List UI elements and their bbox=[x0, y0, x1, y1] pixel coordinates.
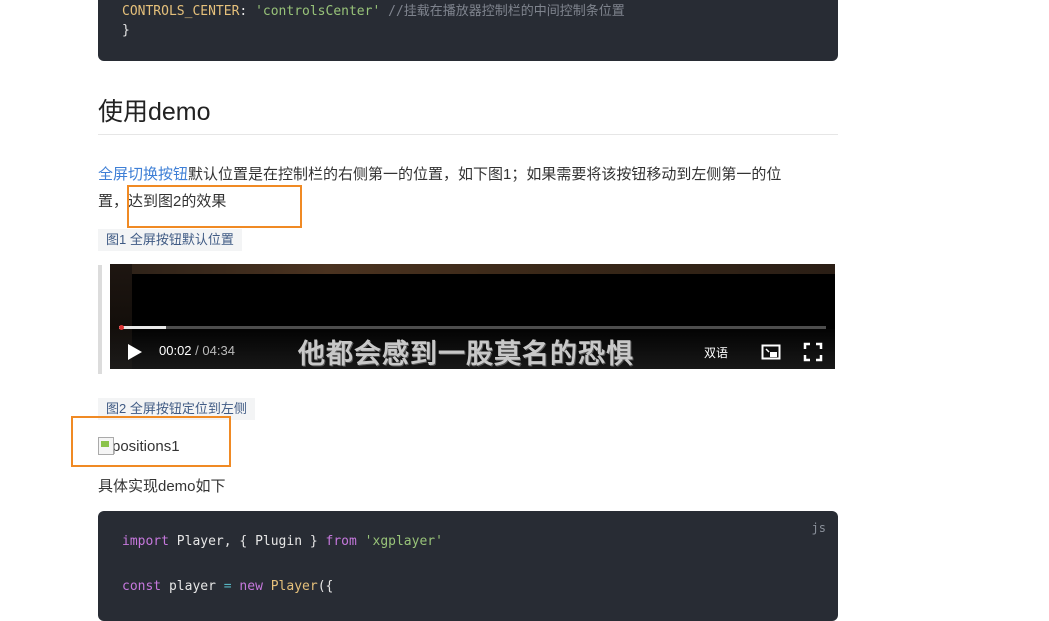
fullscreen-button-link[interactable]: 全屏切换按钮 bbox=[98, 166, 188, 183]
video-frame-top bbox=[110, 264, 835, 274]
video-player[interactable]: 00:02 / 04:34 他都会感到一股莫名的恐惧 双语 bbox=[110, 264, 835, 369]
language-toggle[interactable]: 双语 bbox=[704, 344, 728, 361]
pip-icon[interactable] bbox=[761, 342, 781, 362]
highlight-box-image bbox=[71, 416, 231, 467]
code-block-demo: js import Player, { Plugin } from 'xgpla… bbox=[98, 511, 838, 621]
progress-played bbox=[119, 326, 166, 329]
time-display: 00:02 / 04:34 bbox=[159, 343, 235, 358]
quote-bar bbox=[98, 265, 102, 374]
fullscreen-icon[interactable] bbox=[803, 342, 823, 362]
section-heading: 使用demo bbox=[98, 96, 838, 135]
highlight-box-text bbox=[127, 185, 302, 228]
subtitle-text: 他都会感到一股莫名的恐惧 bbox=[298, 339, 634, 369]
code-block-top: CONTROLS_CENTER: 'controlsCenter' //挂载在播… bbox=[98, 0, 838, 61]
play-icon[interactable] bbox=[124, 342, 144, 362]
code-line: CONTROLS_CENTER: 'controlsCenter' //挂载在播… bbox=[122, 4, 625, 19]
code-line: } bbox=[122, 23, 130, 38]
code-line: import Player, { Plugin } from 'xgplayer… bbox=[122, 534, 443, 549]
code-line: const player = new Player({ bbox=[122, 579, 334, 594]
code-language-tag: js bbox=[811, 521, 826, 535]
progress-bar[interactable] bbox=[119, 325, 826, 330]
figure1-caption: 图1 全屏按钮默认位置 bbox=[98, 229, 242, 251]
demo-intro-text: 具体实现demo如下 bbox=[98, 478, 226, 495]
progress-start-dot bbox=[119, 325, 124, 330]
